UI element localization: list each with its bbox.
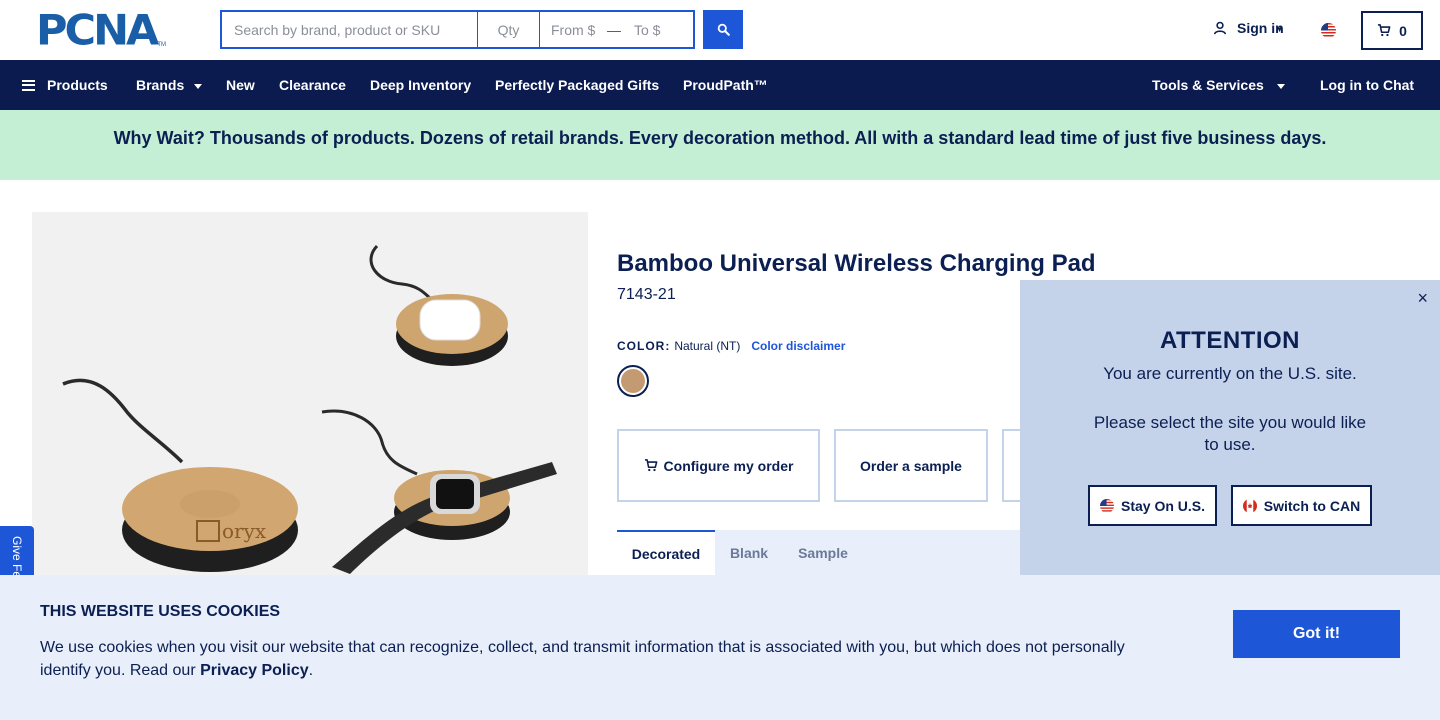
product-sku: 7143-21	[617, 286, 676, 303]
nav-perfectly-packaged-gifts[interactable]: Perfectly Packaged Gifts	[495, 60, 659, 110]
color-disclaimer-link[interactable]: Color disclaimer	[751, 339, 845, 353]
us-flag-icon	[1099, 498, 1114, 513]
cart-icon	[1378, 24, 1391, 37]
search-button[interactable]	[703, 10, 743, 49]
nav-tools-services[interactable]: Tools & Services	[1152, 60, 1285, 110]
promo-banner: Why Wait? Thousands of products. Dozens …	[0, 110, 1440, 180]
order-sample-label: Order a sample	[860, 457, 962, 474]
nav-deep-inventory[interactable]: Deep Inventory	[370, 60, 471, 110]
chevron-down-icon	[194, 83, 203, 89]
search-input[interactable]	[222, 12, 478, 47]
color-label: COLOR:	[617, 339, 671, 353]
stay-on-us-button[interactable]: Stay On U.S.	[1088, 485, 1217, 526]
attention-title: ATTENTION	[1159, 327, 1301, 354]
accept-cookies-button[interactable]: Got it!	[1233, 610, 1400, 658]
logo-wordmark: PCNA	[36, 6, 159, 56]
feedback-label: Give Fe	[10, 536, 24, 579]
price-to-input[interactable]	[622, 12, 692, 47]
site-selection-panel: × ATTENTION You are currently on the U.S…	[1020, 280, 1440, 575]
chevron-down-icon	[1276, 83, 1285, 89]
canada-flag-icon	[1242, 498, 1257, 513]
image-logo-text: oryx	[222, 519, 267, 543]
nav-new-label: New	[226, 77, 255, 93]
tab-sample[interactable]: Sample	[783, 530, 863, 575]
switch-to-can-label: Switch to CAN	[1263, 497, 1361, 514]
stay-on-us-label: Stay On U.S.	[1120, 497, 1206, 514]
logo-trademark: TM	[157, 42, 167, 48]
attention-instruction: Please select the site you would like to…	[1093, 413, 1367, 454]
tab-decorated-label: Decorated	[631, 545, 701, 562]
tab-blank[interactable]: Blank	[715, 530, 783, 575]
cart-count: 0	[1399, 22, 1407, 39]
nav-clearance-label: Clearance	[279, 77, 346, 93]
product-image[interactable]: oryx	[32, 212, 588, 575]
swatch-fill	[621, 369, 645, 393]
price-range-separator: —	[607, 21, 621, 38]
order-sample-button[interactable]: Order a sample	[834, 429, 988, 502]
nav-gifts-label: Perfectly Packaged Gifts	[495, 77, 660, 93]
nav-chat-label: Log in to Chat	[1320, 77, 1415, 93]
product-title: Bamboo Universal Wireless Charging Pad	[617, 250, 1096, 277]
attention-current-site: You are currently on the U.S. site.	[1103, 364, 1357, 383]
tab-blank-label: Blank	[729, 544, 769, 561]
close-icon[interactable]: ×	[1417, 288, 1428, 309]
nav-proudpath-label: ProudPath™	[683, 77, 768, 93]
chevron-down-icon: ▼	[1275, 24, 1284, 34]
switch-to-can-button[interactable]: Switch to CAN	[1231, 485, 1372, 526]
cookie-period: .	[308, 662, 314, 679]
cookie-banner: THIS WEBSITE USES COOKIES We use cookies…	[0, 575, 1440, 720]
main-nav: Products Brands New Clearance Deep Inven…	[0, 60, 1440, 110]
configure-order-button[interactable]: Configure my order	[617, 429, 820, 502]
color-row: COLOR: Natural (NT) Color disclaimer	[617, 339, 845, 353]
cart-button[interactable]: 0	[1361, 11, 1423, 50]
price-from-input[interactable]	[540, 12, 606, 47]
nav-products-label: Products	[47, 77, 108, 93]
search-bar: —	[220, 10, 695, 49]
search-icon	[717, 23, 730, 36]
nav-new[interactable]: New	[226, 60, 255, 110]
us-flag-icon[interactable]	[1321, 23, 1336, 38]
nav-clearance[interactable]: Clearance	[279, 60, 346, 110]
promo-banner-text: Why Wait? Thousands of products. Dozens …	[113, 127, 1327, 148]
nav-products[interactable]: Products	[22, 60, 108, 110]
cookie-title: THIS WEBSITE USES COOKIES	[40, 603, 281, 620]
cart-icon	[644, 459, 658, 472]
cookie-text: We use cookies when you visit our websit…	[40, 636, 1150, 682]
tab-decorated[interactable]: Decorated	[617, 530, 715, 575]
nav-tools-label: Tools & Services	[1152, 77, 1264, 93]
sign-in-button[interactable]: Sign in ▼	[1213, 20, 1292, 36]
tab-sample-label: Sample	[798, 544, 848, 561]
nav-brands-label: Brands	[136, 77, 185, 93]
pcna-logo[interactable]: PCNA TM	[36, 6, 167, 56]
user-icon	[1213, 21, 1227, 35]
nav-brands[interactable]: Brands	[136, 60, 203, 110]
site-header: PCNA TM — Sign in ▼	[0, 0, 1440, 60]
quantity-input[interactable]	[478, 12, 540, 47]
nav-proudpath[interactable]: ProudPath™	[683, 60, 768, 110]
configure-order-label: Configure my order	[663, 457, 794, 474]
menu-icon	[22, 79, 35, 91]
color-swatch-natural[interactable]	[617, 365, 649, 397]
nav-deep-inventory-label: Deep Inventory	[370, 77, 472, 93]
product-photo: oryx	[32, 212, 588, 575]
color-value: Natural (NT)	[674, 339, 741, 353]
nav-log-in-to-chat[interactable]: Log in to Chat	[1320, 60, 1414, 110]
privacy-policy-link[interactable]: Privacy Policy	[200, 662, 309, 679]
